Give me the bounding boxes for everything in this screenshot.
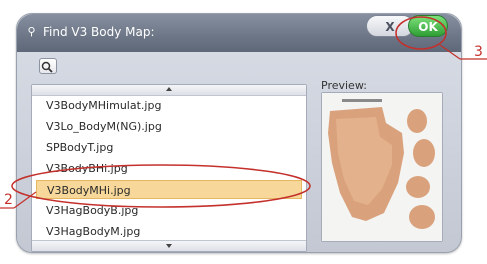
magnifier-icon [41,61,53,73]
list-item[interactable]: V3HagBodyM.jpg [36,222,302,241]
ok-button[interactable]: OK [408,15,448,37]
preview-label: Preview: [321,79,367,92]
dialog-title: Find V3 Body Map: [43,25,155,39]
search-icon: ⚲ [27,25,36,38]
file-list[interactable]: V3BodyMHimulat.jpg V3Lo_BodyM(NG).jpg SP… [31,84,307,252]
preview-frame [321,92,443,242]
list-item[interactable]: V3Lo_BodyM(NG).jpg [36,117,302,136]
scroll-up-button[interactable] [32,85,306,96]
list-item-selected[interactable]: V3BodyMHi.jpg [36,180,302,199]
arrow-up-icon [166,87,172,91]
list-item[interactable]: V3HagBodyB.jpg [36,201,302,220]
close-button[interactable]: X [366,15,414,37]
callout-number-2: 2 [4,192,13,208]
list-item[interactable]: SPBodyT.jpg [36,138,302,157]
search-button[interactable] [39,58,57,74]
scroll-down-button[interactable] [32,240,306,251]
callout-number-3: 3 [474,44,483,60]
body-map-thumbnail [322,93,442,241]
list-item[interactable]: V3BodyMHimulat.jpg [36,96,302,115]
arrow-down-icon [166,244,172,248]
list-item[interactable]: V3BodyBHi.jpg [36,159,302,178]
